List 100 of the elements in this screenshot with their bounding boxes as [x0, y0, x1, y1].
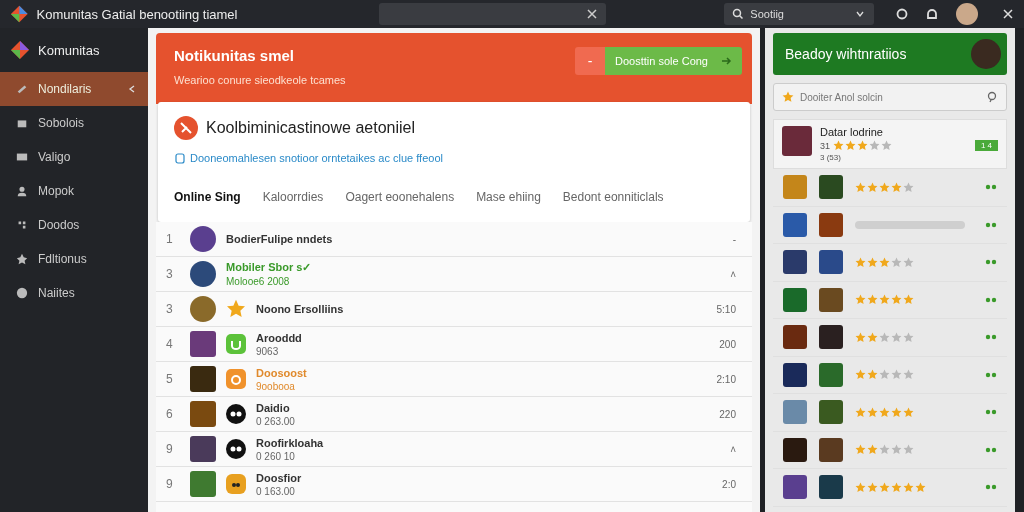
- star-icon: [867, 444, 878, 456]
- more-icon[interactable]: [985, 296, 997, 303]
- sidebar-item[interactable]: Nondilaris: [0, 72, 148, 106]
- game-thumbnail: [783, 475, 807, 500]
- game-thumbnail: [783, 437, 807, 462]
- close-icon[interactable]: [586, 8, 599, 20]
- sidebar-item[interactable]: Valigo: [0, 140, 148, 174]
- game-thumbnail: [190, 436, 216, 462]
- menu-item-icon: [16, 185, 28, 197]
- star-icon: [879, 256, 890, 268]
- star-icon: [891, 369, 902, 381]
- tab[interactable]: Mase ehiing: [476, 184, 541, 210]
- close-icon[interactable]: [1002, 8, 1014, 20]
- star-icon: [903, 181, 914, 193]
- rating-count: 31: [820, 140, 830, 151]
- more-icon[interactable]: [985, 484, 997, 491]
- star-icon: [855, 369, 866, 381]
- more-icon[interactable]: [985, 184, 997, 191]
- game-subtitle: 9oobooa: [256, 380, 296, 392]
- game-thumbnail: [190, 331, 216, 357]
- search-dropdown[interactable]: Sootiig: [724, 3, 874, 25]
- star-icon: [903, 369, 914, 381]
- more-icon[interactable]: [985, 259, 997, 266]
- star-icon: [879, 181, 890, 193]
- more-icon[interactable]: [985, 221, 997, 228]
- sidebar-item[interactable]: Naiites: [0, 276, 148, 310]
- review-count: 3 (53): [820, 153, 842, 162]
- tab[interactable]: Online Sing: [174, 184, 241, 210]
- rank-number: 5: [166, 372, 174, 386]
- more-icon[interactable]: [985, 371, 997, 378]
- row-value: 2:10: [716, 373, 736, 385]
- star-icon: [891, 444, 902, 456]
- menu-item-icon: [16, 287, 28, 299]
- star-icon: [867, 481, 878, 493]
- star-icon: [855, 294, 866, 306]
- row-value: ˄: [730, 443, 736, 455]
- game-thumbnail: [783, 287, 807, 312]
- avatar: [971, 39, 1001, 69]
- menu-item-icon: [16, 253, 28, 265]
- star-icon: [891, 481, 902, 493]
- star-icon: [226, 299, 246, 319]
- header-title: Notikunitas smel: [174, 47, 296, 64]
- game-thumbnail: [819, 362, 843, 387]
- app-icon: [226, 474, 246, 494]
- more-icon[interactable]: [985, 334, 997, 341]
- game-subtitle: 0 163.00: [256, 485, 296, 497]
- star-icon: [879, 481, 890, 493]
- game-thumbnail: [783, 250, 807, 275]
- game-thumbnail: [819, 437, 843, 462]
- rank-number: 3: [166, 267, 174, 281]
- star-icon: [867, 181, 878, 193]
- game-title: Noono Ersolliins: [256, 303, 345, 315]
- star-icon: [857, 140, 868, 151]
- game-thumbnail: [819, 325, 843, 350]
- menu-item-icon: [16, 151, 28, 163]
- search-field[interactable]: [378, 3, 607, 25]
- avatar[interactable]: [956, 3, 978, 25]
- game-thumbnail: [819, 400, 843, 425]
- game-title: Doosoost: [256, 366, 308, 379]
- game-subtitle: 9063: [256, 345, 280, 357]
- star-icon: [891, 256, 902, 268]
- star-icon: [903, 406, 914, 418]
- game-thumbnail: [819, 175, 843, 200]
- tab[interactable]: Kaloorrdies: [262, 184, 324, 210]
- status-badge: 1 4: [974, 140, 998, 151]
- star-icon: [915, 481, 926, 493]
- sidebar-item[interactable]: Doodos: [0, 208, 148, 242]
- game-subtitle: 0 260 10: [256, 450, 296, 462]
- panel-header: Beadoy wihtnratiios: [773, 33, 1007, 75]
- sidebar-item[interactable]: Fdltionus: [0, 242, 148, 276]
- app-icon: [226, 404, 246, 424]
- star-icon: [903, 444, 914, 456]
- game-thumbnail: [783, 175, 807, 200]
- app-icon: [226, 439, 246, 459]
- app-icon: [226, 369, 246, 389]
- sidebar-item[interactable]: Mopok: [0, 174, 148, 208]
- rank-number: 6: [166, 407, 174, 421]
- row-value: 5:10: [716, 303, 736, 315]
- more-icon[interactable]: [985, 409, 997, 416]
- star-icon: [891, 331, 902, 343]
- star-icon: [867, 406, 878, 418]
- game-thumbnail: [819, 475, 843, 500]
- game-thumbnail: [190, 366, 216, 392]
- star-icon: [869, 140, 880, 151]
- star-icon: [867, 331, 878, 343]
- search-field[interactable]: Dooiter Anol solcin: [773, 83, 1007, 111]
- tab[interactable]: Oagert eoonehalens: [345, 184, 455, 210]
- game-thumbnail: [783, 362, 807, 387]
- tab[interactable]: Bedont eonniticlals: [562, 184, 664, 210]
- star-icon: [855, 181, 866, 193]
- card-link[interactable]: Dooneomahlesen snotioor orntetaikes ac clue ffeool: [190, 152, 443, 164]
- more-icon[interactable]: [985, 446, 997, 453]
- game-thumbnail: [190, 226, 216, 252]
- star-icon: [903, 481, 914, 493]
- star-icon: [891, 181, 902, 193]
- star-icon: [903, 256, 914, 268]
- row-value: ˄: [730, 268, 736, 280]
- star-icon: [855, 331, 866, 343]
- sidebar-item[interactable]: Sobolois: [0, 106, 148, 140]
- star-icon: [903, 294, 914, 306]
